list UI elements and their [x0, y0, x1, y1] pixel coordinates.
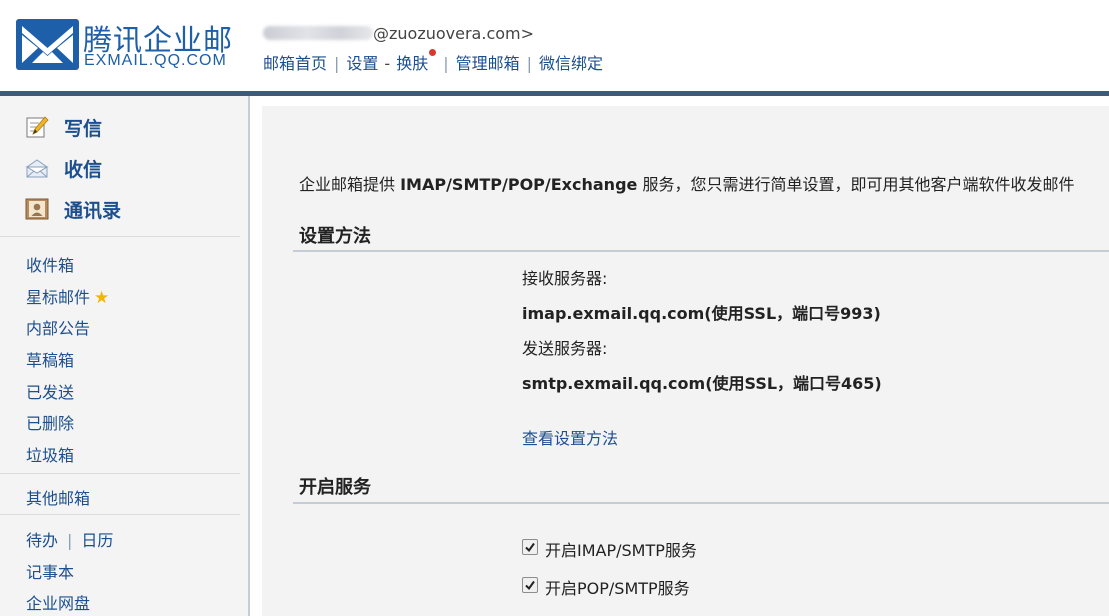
disk-link[interactable]: 企业网盘	[26, 590, 90, 614]
header: 腾讯企业邮 EXMAIL.QQ.COM @zuozuovera.com> 邮箱首…	[0, 0, 1109, 91]
main-top-strip	[250, 96, 1109, 106]
services-section-title: 开启服务	[299, 477, 371, 498]
intro-prefix: 企业邮箱提供	[299, 175, 401, 194]
incoming-server-label: 接收服务器:	[522, 269, 608, 288]
star-icon: ★	[94, 288, 110, 308]
pop-service-checkbox[interactable]	[522, 577, 538, 593]
tools-separator: |	[67, 531, 73, 550]
pop-service-label[interactable]: 开启POP/SMTP服务	[545, 575, 690, 599]
compose-label: 写信	[64, 118, 103, 140]
notification-dot-icon	[429, 49, 437, 56]
folder-starred-label: 星标邮件	[26, 288, 91, 307]
nav-wechat-link[interactable]: 微信绑定	[539, 54, 603, 73]
setup-help-link[interactable]: 查看设置方法	[522, 425, 618, 449]
other-mailbox-link[interactable]: 其他邮箱	[26, 485, 90, 509]
nav-separator: |	[334, 54, 340, 73]
pencil-note-icon	[26, 116, 49, 138]
intro-text: 企业邮箱提供 IMAP/SMTP/POP/Exchange 服务，您只需进行简单…	[299, 171, 1074, 195]
sidebar-divider	[0, 236, 240, 237]
intro-suffix: 服务，您只需进行简单设置，即可用其他客户端软件收发邮件	[637, 175, 1075, 194]
open-envelope-icon	[25, 159, 49, 178]
folder-starred[interactable]: 星标邮件 ★	[26, 284, 109, 308]
account-email: @zuozuovera.com>	[373, 24, 535, 43]
sidebar-edge	[248, 96, 250, 616]
imap-service-checkbox[interactable]	[522, 539, 538, 555]
account-name-redacted	[263, 26, 373, 40]
checkmark-icon	[525, 580, 535, 591]
folder-deleted[interactable]: 已删除	[26, 410, 74, 434]
account-info: @zuozuovera.com>	[263, 24, 534, 43]
sidebar-divider	[0, 514, 240, 515]
folder-sent[interactable]: 已发送	[26, 379, 74, 403]
nav-dash: -	[384, 54, 391, 73]
sidebar: 写信 收信 通讯录 收件箱 星标邮件 ★ 内部公告 草稿箱 已发送 已删除 垃圾箱…	[0, 96, 248, 616]
folder-inbox[interactable]: 收件箱	[26, 252, 74, 276]
tools-row: 待办 | 日历	[26, 527, 113, 551]
receive-mail-label: 收信	[64, 159, 103, 181]
top-nav: 邮箱首页 | 设置 - 换肤 | 管理邮箱 | 微信绑定	[263, 49, 603, 74]
notes-link[interactable]: 记事本	[26, 559, 74, 583]
imap-service-label[interactable]: 开启IMAP/SMTP服务	[545, 537, 697, 561]
contacts-label: 通讯录	[64, 200, 122, 222]
brand-domain: EXMAIL.QQ.COM	[84, 52, 227, 69]
folder-bulletin[interactable]: 内部公告	[26, 315, 90, 339]
intro-protocols: IMAP/SMTP/POP/Exchange	[400, 175, 638, 194]
nav-separator: |	[526, 54, 533, 73]
folder-spam[interactable]: 垃圾箱	[26, 442, 74, 466]
nav-manage-link[interactable]: 管理邮箱	[456, 54, 520, 73]
section-divider	[293, 250, 1109, 252]
folder-drafts[interactable]: 草稿箱	[26, 347, 74, 371]
setup-section-title: 设置方法	[299, 226, 371, 247]
outgoing-server-value: smtp.exmail.qq.com(使用SSL，端口号465)	[522, 374, 882, 393]
nav-home-link[interactable]: 邮箱首页	[263, 54, 327, 73]
incoming-server-value: imap.exmail.qq.com(使用SSL，端口号993)	[522, 304, 881, 323]
envelope-logo-icon	[16, 19, 79, 70]
nav-separator: |	[443, 54, 449, 73]
section-divider	[293, 502, 1109, 504]
sidebar-divider	[0, 473, 240, 474]
nav-settings-link[interactable]: 设置	[346, 54, 378, 73]
nav-skin-link[interactable]: 换肤	[396, 54, 428, 73]
contact-card-icon	[25, 198, 49, 220]
checkmark-icon	[525, 542, 535, 553]
calendar-link[interactable]: 日历	[81, 531, 113, 550]
outgoing-server-label: 发送服务器:	[522, 339, 608, 358]
todo-link[interactable]: 待办	[26, 531, 58, 550]
